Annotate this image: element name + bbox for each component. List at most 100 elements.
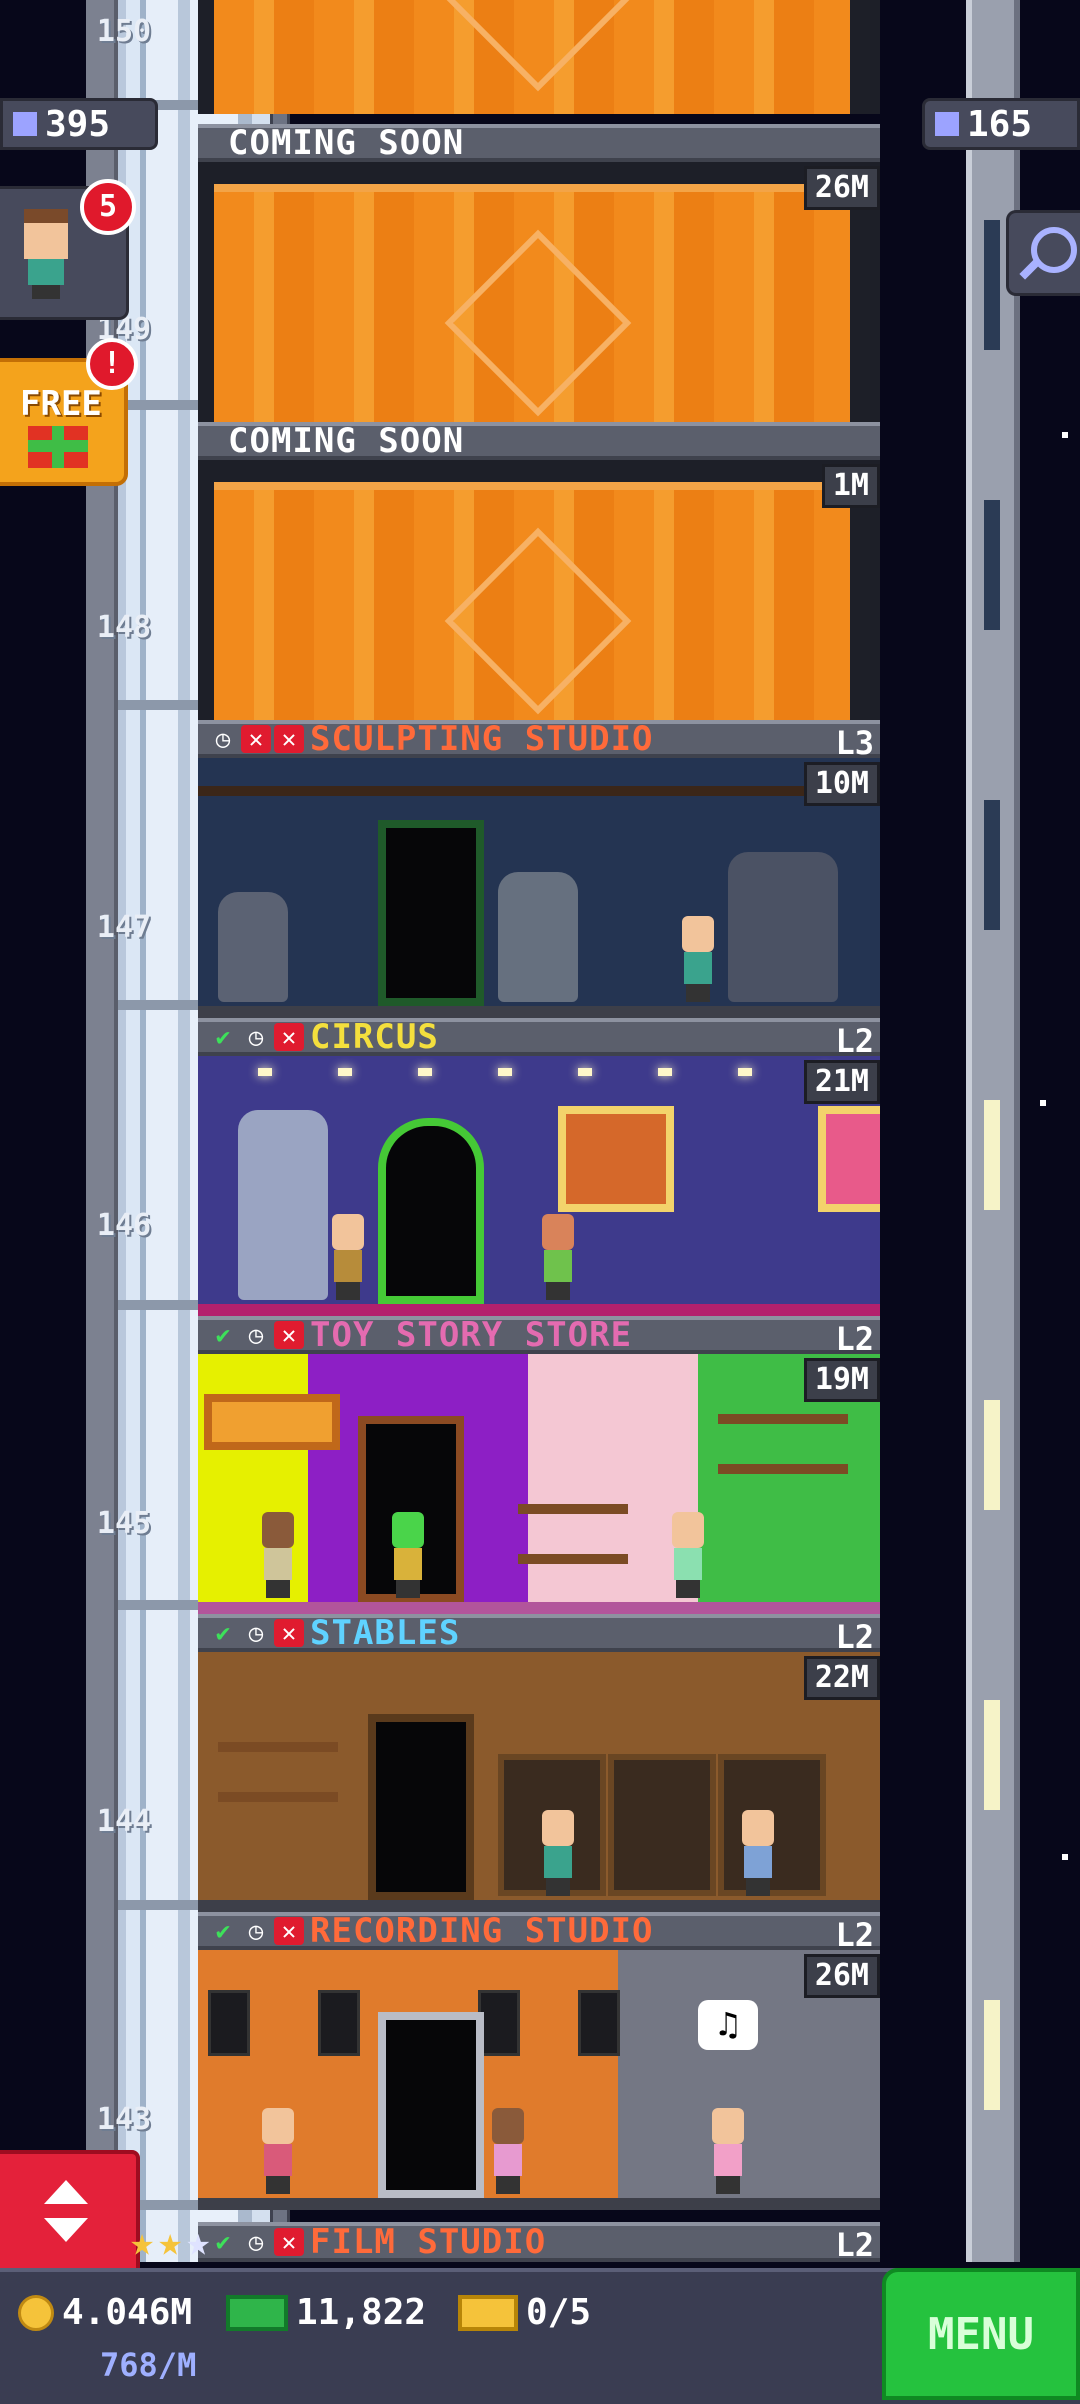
construction-curtain <box>214 0 850 114</box>
floor-name: STABLES <box>310 1613 461 1653</box>
tickets-display[interactable]: 0/5 <box>458 2292 591 2333</box>
floor-level: L2 <box>835 1022 874 1060</box>
clock-icon: ◷ <box>215 725 231 753</box>
free-gift-button[interactable]: FREE ! <box>0 338 138 486</box>
floor-header: ✔ ◷ ✕ RECORDING STUDIO L2 <box>198 1911 880 1954</box>
floor-header: ◷ ✕ ✕ SCULPTING STUDIO L3 <box>198 719 880 762</box>
bitizen <box>708 2108 748 2194</box>
arrow-up-icon <box>44 2180 88 2204</box>
clock-icon: ◷ <box>248 2228 264 2256</box>
speaker <box>318 1990 360 2056</box>
floor-147[interactable]: ◷ ✕ ✕ SCULPTING STUDIO L3 10M <box>198 719 880 1018</box>
floor-cost: 22M <box>803 1656 880 1700</box>
floor-header: COMING SOON <box>198 421 880 461</box>
coins-value: 4.046M <box>62 2292 193 2333</box>
notification-badge: 5 <box>80 179 136 235</box>
floor-number: 145 <box>96 1506 152 1541</box>
bux-icon <box>226 2294 288 2331</box>
floor-level: L2 <box>835 1618 874 1656</box>
speaker <box>478 1990 520 2056</box>
x-icon: ✕ <box>241 725 271 753</box>
floor-145[interactable]: ✔ ◷ ✕ TOY STORY STORE L2 19M <box>198 1315 880 1614</box>
floor-name: SCULPTING STUDIO <box>310 719 654 759</box>
check-icon: ✔ <box>215 2228 231 2256</box>
bux-value: 11,822 <box>296 2292 427 2333</box>
x-icon: ✕ <box>274 725 304 753</box>
floor-header: COMING SOON <box>198 123 880 163</box>
floor-name: CIRCUS <box>310 1017 439 1057</box>
floor-name: FILM STUDIO <box>310 2222 547 2262</box>
gift-icon <box>28 426 88 468</box>
floor-cost: 26M <box>803 166 880 210</box>
floor-level: L2 <box>835 1320 874 1358</box>
floor-number: 148 <box>96 610 152 645</box>
floor-counter[interactable]: 165 <box>922 98 1080 150</box>
toy-blocks-sign <box>204 1394 340 1450</box>
star-icon: ★ <box>158 2219 183 2265</box>
tower-star-rating: ★ ★ ★ <box>130 2222 210 2262</box>
population-counter[interactable]: 395 <box>0 98 158 150</box>
star-icon: ★ <box>130 2219 155 2265</box>
menu-button[interactable]: MENU <box>882 2268 1080 2400</box>
floor-cost: 1M <box>821 464 880 508</box>
doorway <box>378 2012 484 2198</box>
doorway <box>368 1714 474 1900</box>
floor-level: L2 <box>835 2226 874 2264</box>
speaker <box>208 1990 250 2056</box>
floor-number: 147 <box>96 910 152 945</box>
floor-count-value: 165 <box>967 103 1033 145</box>
elephant-statue <box>238 1110 328 1300</box>
x-icon: ✕ <box>274 1321 304 1349</box>
elevator-button[interactable] <box>0 2150 140 2278</box>
construction-sign-icon <box>444 527 632 715</box>
window <box>984 1700 1000 1810</box>
check-icon: ✔ <box>215 1917 231 1945</box>
bux-display[interactable]: 11,822 <box>226 2292 426 2333</box>
star-icon: ★ <box>186 2219 211 2265</box>
search-button[interactable] <box>1006 210 1080 296</box>
tiger-painting <box>558 1106 674 1212</box>
population-value: 395 <box>45 103 111 145</box>
x-icon: ✕ <box>274 2228 304 2256</box>
bitizen <box>668 1512 708 1598</box>
coins-display[interactable]: 4.046M <box>18 2292 192 2333</box>
floor-cost: 19M <box>803 1358 880 1402</box>
clock-icon: ◷ <box>248 1917 264 1945</box>
star <box>1062 1854 1068 1860</box>
income-rate: 768/M <box>100 2346 197 2384</box>
construction-sign-icon <box>444 0 632 92</box>
floor-level: L3 <box>835 724 874 762</box>
floor-143[interactable]: ✔ ◷ ✕ RECORDING STUDIO L2 ♫ 26M <box>198 1911 880 2210</box>
floor-header-film-studio[interactable]: ✔ ◷ ✕ FILM STUDIO L2 <box>198 2222 880 2264</box>
window <box>984 1400 1000 1510</box>
construction-curtain <box>214 482 850 720</box>
floor-cost: 26M <box>803 1954 880 1998</box>
clown-painting <box>818 1106 880 1212</box>
speaker <box>578 1990 620 2056</box>
bitizen <box>538 1214 578 1300</box>
free-label: FREE <box>20 384 102 424</box>
floor-149[interactable]: COMING SOON 26M <box>198 123 880 422</box>
window <box>984 220 1000 350</box>
coin-icon <box>18 2294 54 2331</box>
floor-146[interactable]: ✔ ◷ ✕ CIRCUS L2 21M <box>198 1017 880 1316</box>
bitizen-button[interactable]: 5 <box>0 179 136 320</box>
bitizen <box>388 1512 428 1598</box>
statue <box>728 852 838 1002</box>
person-icon <box>13 112 37 136</box>
alert-badge: ! <box>86 338 138 390</box>
doorway <box>378 820 484 1006</box>
x-icon: ✕ <box>274 1023 304 1051</box>
check-icon: ✔ <box>215 1619 231 1647</box>
window <box>984 2000 1000 2110</box>
statue <box>218 892 288 1002</box>
x-icon: ✕ <box>274 1619 304 1647</box>
tickets-value: 0/5 <box>526 2292 592 2333</box>
bitizen <box>538 1810 578 1896</box>
bitizen <box>258 1512 298 1598</box>
floor-header: ✔ ◷ ✕ TOY STORY STORE L2 <box>198 1315 880 1358</box>
statue <box>498 872 578 1002</box>
floor-150[interactable] <box>198 0 880 118</box>
floor-144[interactable]: ✔ ◷ ✕ STABLES L2 22M <box>198 1613 880 1912</box>
floor-148[interactable]: COMING SOON 1M <box>198 421 880 720</box>
